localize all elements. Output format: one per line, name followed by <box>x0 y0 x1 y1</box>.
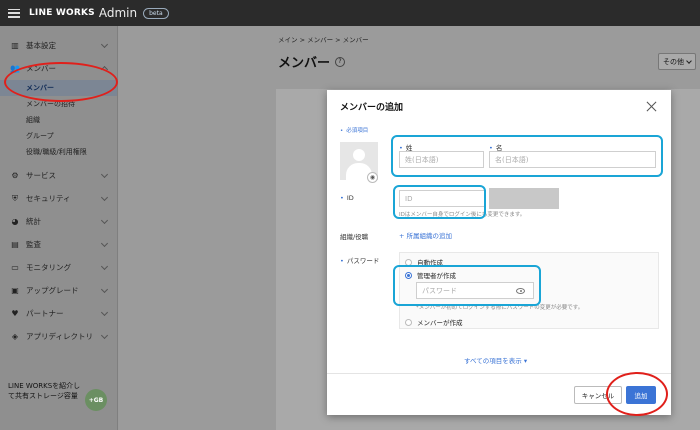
sidebar-item-label: モニタリング <box>26 263 71 272</box>
sidebar-subitem-organization[interactable]: 組織 <box>0 112 117 128</box>
show-all-fields-link[interactable]: すべての項目を表示 ▾ <box>464 355 527 365</box>
chevron-down-icon <box>100 216 109 225</box>
storage-promo-line1: LINE WORKSを紹介し <box>8 382 81 390</box>
sidebar-item-label: パートナー <box>26 309 64 318</box>
domain-suffix <box>489 188 559 209</box>
password-placeholder: パスワード <box>422 286 457 295</box>
avatar-head <box>353 149 365 161</box>
radio-admin-creates[interactable]: 管理者が作成 <box>405 270 456 280</box>
chevron-down-icon: ▾ <box>523 357 528 365</box>
top-bar: LINE WORKS Admin beta <box>0 0 700 26</box>
sidebar-item-basic-settings[interactable]: ▥ 基本設定 <box>0 34 117 57</box>
sidebar-item-security[interactable]: ⛨ セキュリティ <box>0 187 117 210</box>
gear-icon: ⚙ <box>11 171 19 180</box>
beta-badge: beta <box>143 7 169 19</box>
pie-chart-icon: ◕ <box>11 217 19 226</box>
handshake-icon: ♥ <box>11 309 19 318</box>
chevron-down-icon <box>100 40 109 49</box>
sidebar-item-upgrade[interactable]: ▣ アップグレード <box>0 279 117 302</box>
sidebar-subitem-positions[interactable]: 役職/職級/利用権限 <box>0 144 117 160</box>
audit-icon: ▤ <box>11 240 19 249</box>
chevron-down-icon <box>100 239 109 248</box>
hamburger-menu-icon[interactable] <box>8 8 20 18</box>
shield-icon: ⛨ <box>12 193 18 203</box>
radio-auto-generate[interactable]: 自動作成 <box>405 257 443 267</box>
sidebar-item-app-directory[interactable]: ◈ アプリディレクトリ <box>0 325 117 348</box>
help-icon[interactable]: ? <box>335 56 346 67</box>
chevron-down-icon <box>100 262 109 271</box>
other-button-label: その他 <box>663 57 684 66</box>
last-name-input[interactable]: 姓(日本語) <box>399 151 484 168</box>
chevron-down-icon <box>100 285 109 294</box>
sidebar-item-label: メンバー <box>26 64 56 73</box>
chevron-down-icon <box>100 331 109 340</box>
sidebar-item-members[interactable]: 👥 メンバー <box>0 57 117 80</box>
organization-label: 組織/役職 <box>340 233 369 241</box>
radio-circle-selected <box>405 271 412 279</box>
admin-label: Admin <box>98 6 138 20</box>
brand-logo: LINE WORKS <box>29 8 95 18</box>
id-input[interactable]: ID <box>399 190 485 207</box>
sidebar-item-label: アップグレード <box>26 286 79 295</box>
required-note: 必須項目 <box>340 126 368 134</box>
password-label: パスワード <box>340 255 380 265</box>
id-label: ID <box>340 194 354 202</box>
sidebar-item-label: アプリディレクトリ <box>26 332 93 341</box>
breadcrumb: メイン > メンバー > メンバー <box>278 36 369 44</box>
password-input[interactable]: パスワード <box>416 282 534 299</box>
radio-label: 管理者が作成 <box>417 272 456 280</box>
cancel-button[interactable]: キャンセル <box>574 386 622 404</box>
footer-divider <box>327 373 671 374</box>
storage-promo-line2: て共有ストレージ容量 <box>8 392 78 400</box>
chevron-down-icon <box>100 170 109 179</box>
add-organization-link[interactable]: + 所属組織の追加 <box>399 230 452 240</box>
camera-icon[interactable]: ◉ <box>367 172 378 183</box>
sidebar-item-label: 基本設定 <box>26 41 56 50</box>
id-hint: IDはメンバー自身でログイン後にも変更できます。 <box>399 212 526 218</box>
chevron-up-icon <box>100 65 109 74</box>
layers-icon: ◈ <box>11 332 19 341</box>
page-title-row: メンバー ? <box>278 52 346 71</box>
radio-circle <box>405 258 412 266</box>
radio-label: メンバーが作成 <box>417 319 463 327</box>
sidebar-item-services[interactable]: ⚙ サービス <box>0 164 117 187</box>
eye-icon[interactable] <box>516 288 525 294</box>
sidebar-subitem-members[interactable]: メンバー <box>0 80 117 96</box>
sidebar-item-monitoring[interactable]: ▭ モニタリング <box>0 256 117 279</box>
sidebar-item-partner[interactable]: ♥ パートナー <box>0 302 117 325</box>
first-name-input[interactable]: 名(日本語) <box>489 151 656 168</box>
show-all-label: すべての項目を表示 <box>464 357 522 365</box>
upgrade-icon: ▣ <box>11 286 19 295</box>
building-icon: ▥ <box>11 41 19 50</box>
sidebar-item-label: 監査 <box>26 240 41 249</box>
dialog-title: メンバーの追加 <box>340 103 404 113</box>
add-button[interactable]: 追加 <box>626 386 656 404</box>
sidebar-item-statistics[interactable]: ◕ 統計 <box>0 210 117 233</box>
sidebar-subitem-groups[interactable]: グループ <box>0 128 117 144</box>
radio-circle <box>405 318 412 326</box>
chevron-down-icon <box>100 193 109 202</box>
monitor-icon: ▭ <box>11 263 19 272</box>
chevron-down-icon <box>100 308 109 317</box>
sidebar-item-label: 統計 <box>26 217 41 226</box>
sidebar-subitem-invite[interactable]: メンバーの招待 <box>0 96 117 112</box>
other-dropdown-button[interactable]: その他 <box>658 53 696 70</box>
storage-promo[interactable]: LINE WORKSを紹介し て共有ストレージ容量 <box>8 381 80 401</box>
page-title: メンバー <box>278 56 331 71</box>
chevron-down-icon <box>686 57 692 64</box>
users-icon: 👥 <box>10 64 20 73</box>
sidebar-item-label: セキュリティ <box>26 194 71 203</box>
sidebar-item-label: サービス <box>26 171 56 180</box>
sidebar: ▥ 基本設定 👥 メンバー メンバー メンバーの招待 組織 グループ 役職/職級… <box>0 26 118 430</box>
password-hint: *メンバーが初めてログインする際にパスワードの変更が必要です。 <box>416 305 584 311</box>
radio-label: 自動作成 <box>417 259 443 267</box>
radio-member-creates[interactable]: メンバーが作成 <box>405 317 463 327</box>
close-icon[interactable] <box>646 101 657 112</box>
add-member-dialog: メンバーの追加 必須項目 ◉ 姓 名 姓(日本語) 名(日本語) ID ID I… <box>327 90 671 415</box>
storage-gb-badge[interactable]: +GB <box>85 389 107 411</box>
sidebar-item-audit[interactable]: ▤ 監査 <box>0 233 117 256</box>
